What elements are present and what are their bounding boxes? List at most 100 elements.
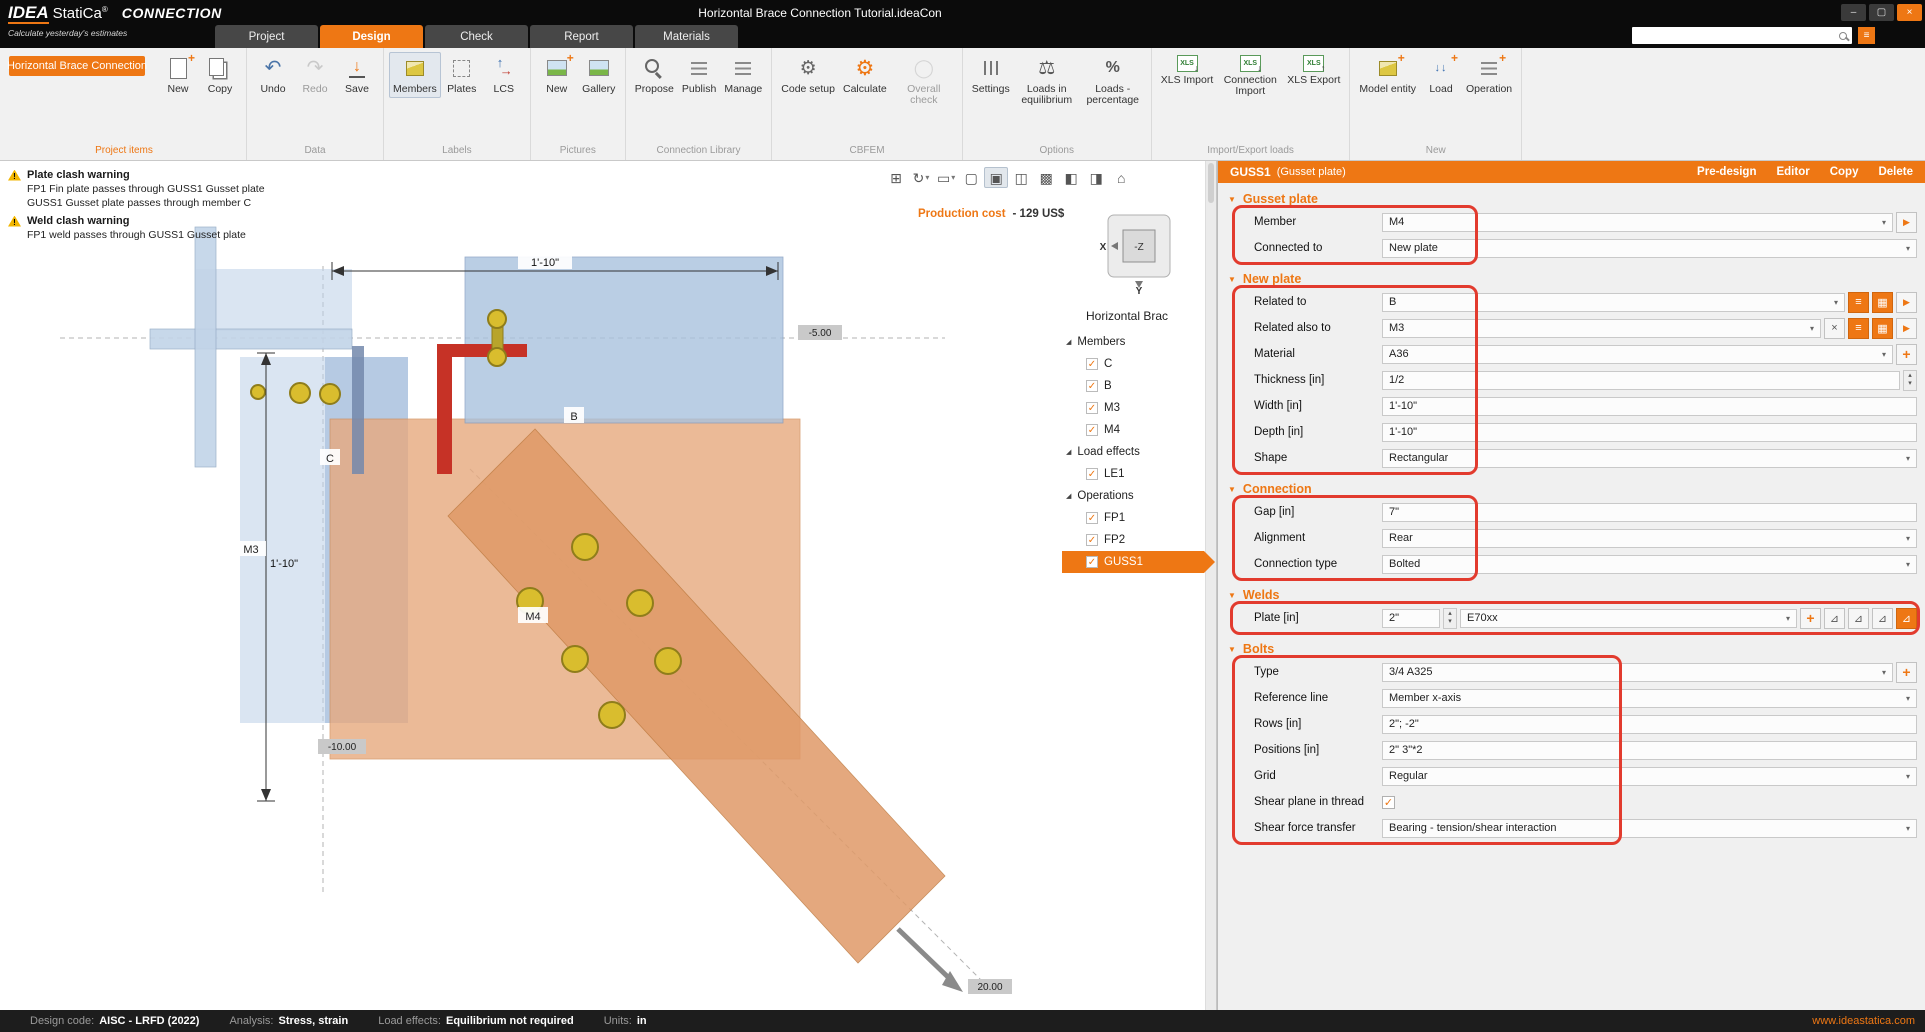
transparent-view-button[interactable]: ▩ xyxy=(1034,167,1058,188)
checkbox-shear-plane-in-thread[interactable]: ✓ xyxy=(1382,796,1395,809)
project-item-selector[interactable]: Horizontal Brace Connection xyxy=(9,56,145,76)
input-depth-in[interactable]: 1'-10" xyxy=(1382,423,1917,442)
explode-view-button[interactable]: ◨ xyxy=(1084,167,1108,188)
combo-related-to[interactable]: B▾ xyxy=(1382,293,1845,312)
rotate-mode-button[interactable]: ↻▾ xyxy=(909,167,933,188)
ribbon-settings-button[interactable]: Settings xyxy=(968,52,1014,98)
tree-item-c[interactable]: ✓C xyxy=(1062,353,1204,375)
plate-list-button-related-to[interactable]: ≡ xyxy=(1848,292,1869,313)
ribbon-plates-button[interactable]: Plates xyxy=(441,52,483,98)
weld-type-button-plate-in[interactable]: ⊿ xyxy=(1872,608,1893,629)
combo-reference-line[interactable]: Member x-axis▾ xyxy=(1382,689,1917,708)
selection-mode-button[interactable]: ▭▾ xyxy=(934,167,958,188)
ribbon-code-setup-button[interactable]: ⚙Code setup xyxy=(777,52,839,98)
hidden-line-view-button[interactable]: ◫ xyxy=(1009,167,1033,188)
tree-item-fp2[interactable]: ✓FP2 xyxy=(1062,529,1204,551)
delete-button[interactable]: Delete xyxy=(1878,166,1913,178)
checkbox-icon[interactable]: ✓ xyxy=(1086,358,1098,370)
combo-shape[interactable]: Rectangular▾ xyxy=(1382,449,1917,468)
input-gap-in[interactable]: 7" xyxy=(1382,503,1917,522)
weld-type-button-plate-in[interactable]: ⊿ xyxy=(1848,608,1869,629)
model-canvas[interactable]: 1'-10" M3 1'-10" B C M4 -5.00 -10.00 xyxy=(0,161,1205,1011)
plate-grid-button-related-to[interactable]: ▦ xyxy=(1872,292,1893,313)
search-input[interactable] xyxy=(1637,30,1839,42)
tab-materials[interactable]: Materials xyxy=(635,25,738,48)
ribbon-undo-button[interactable]: ↶Undo xyxy=(252,52,294,98)
ribbon-xls-import-button[interactable]: XLS↓XLS Import xyxy=(1157,52,1218,89)
combo-connected-to[interactable]: New plate▾ xyxy=(1382,239,1917,258)
pick-in-scene-button-related-also-to[interactable]: ▶ xyxy=(1896,318,1917,339)
input-thickness-in[interactable]: 1/2 xyxy=(1382,371,1900,390)
checkbox-icon[interactable]: ✓ xyxy=(1086,512,1098,524)
viewport-3d[interactable]: 1'-10" M3 1'-10" B C M4 -5.00 -10.00 xyxy=(0,161,1205,1010)
ribbon-gallery-button[interactable]: Gallery xyxy=(578,52,620,98)
home-view-button[interactable]: ⌂ xyxy=(1109,167,1133,188)
section-view-button[interactable]: ◧ xyxy=(1059,167,1083,188)
plate-list-button-related-also-to[interactable]: ≡ xyxy=(1848,318,1869,339)
section-connection[interactable]: ▼Connection xyxy=(1218,479,1925,499)
combo-related-also-to[interactable]: M3▾ xyxy=(1382,319,1821,338)
ribbon-calculate-button[interactable]: ⚙Calculate xyxy=(839,52,891,98)
ribbon-manage-button[interactable]: Manage xyxy=(720,52,766,98)
navigation-cube-canvas[interactable]: -Z X Y xyxy=(1096,211,1180,295)
spinner[interactable]: ▴▾ xyxy=(1443,608,1457,629)
input-plate-in[interactable]: 2" xyxy=(1382,609,1440,628)
input-positions-in[interactable]: 2" 3"*2 xyxy=(1382,741,1917,760)
section-bolts[interactable]: ▼Bolts xyxy=(1218,639,1925,659)
ribbon-save-button[interactable]: ↓Save xyxy=(336,52,378,98)
ribbon-copy-button[interactable]: Copy xyxy=(199,52,241,98)
close-button[interactable]: × xyxy=(1897,4,1922,21)
wireframe-view-button[interactable]: ▢ xyxy=(959,167,983,188)
search-box[interactable] xyxy=(1632,27,1852,44)
ribbon-members-button[interactable]: Members xyxy=(389,52,441,98)
weld-type-button-plate-in[interactable]: ⊿ xyxy=(1824,608,1845,629)
input-width-in[interactable]: 1'-10" xyxy=(1382,397,1917,416)
maximize-button[interactable]: ▢ xyxy=(1869,4,1894,21)
website-link[interactable]: www.ideastatica.com xyxy=(1812,1015,1915,1027)
pick-in-scene-button-related-to[interactable]: ▶ xyxy=(1896,292,1917,313)
ribbon-connection-import-button[interactable]: XLS↓Connection Import xyxy=(1217,52,1283,100)
editor-button[interactable]: Editor xyxy=(1776,166,1809,178)
combo-shear-force-transfer[interactable]: Bearing - tension/shear interaction▾ xyxy=(1382,819,1917,838)
combo-connection-type[interactable]: Bolted▾ xyxy=(1382,555,1917,574)
tab-report[interactable]: Report xyxy=(530,25,633,48)
tab-project[interactable]: Project xyxy=(215,25,318,48)
combo-weld-material[interactable]: E70xx▾ xyxy=(1460,609,1797,628)
remove-icon-related-also-to[interactable]: × xyxy=(1824,318,1845,339)
tree-group-load-effects[interactable]: ◢Load effects xyxy=(1062,441,1204,463)
tree-item-b[interactable]: ✓B xyxy=(1062,375,1204,397)
solid-view-button[interactable]: ▣ xyxy=(984,167,1008,188)
input-rows-in[interactable]: 2"; -2" xyxy=(1382,715,1917,734)
combo-material[interactable]: A36▾ xyxy=(1382,345,1893,364)
combo-member[interactable]: M4▾ xyxy=(1382,213,1893,232)
ribbon-publish-button[interactable]: Publish xyxy=(678,52,720,98)
add-button-material[interactable]: + xyxy=(1896,344,1917,365)
copy-button[interactable]: Copy xyxy=(1830,166,1859,178)
fit-view-button[interactable]: ⊞ xyxy=(884,167,908,188)
section-new-plate[interactable]: ▼New plate xyxy=(1218,269,1925,289)
ribbon-xls-export-button[interactable]: XLS↑XLS Export xyxy=(1283,52,1344,89)
ribbon-loads-percentage-button[interactable]: %Loads - percentage xyxy=(1080,52,1146,109)
weld-type-active-button-plate-in[interactable]: ⊿ xyxy=(1896,608,1917,629)
tree-group-members[interactable]: ◢Members xyxy=(1062,331,1204,353)
add-button-plate-in[interactable]: + xyxy=(1800,608,1821,629)
pre-design-button[interactable]: Pre-design xyxy=(1697,166,1756,178)
ribbon-model-entity-button[interactable]: +Model entity xyxy=(1355,52,1420,98)
combo-type[interactable]: 3/4 A325▾ xyxy=(1382,663,1893,682)
ribbon-loads-in-equilibrium-button[interactable]: ⚖Loads in equilibrium xyxy=(1014,52,1080,109)
tree-item-guss1[interactable]: ✓GUSS1 xyxy=(1062,551,1204,573)
panel-splitter[interactable] xyxy=(1205,161,1217,1010)
minimize-button[interactable]: – xyxy=(1841,4,1866,21)
quick-settings-button[interactable] xyxy=(1858,27,1875,44)
navigation-cube[interactable]: -Z X Y xyxy=(1096,211,1180,295)
tab-check[interactable]: Check xyxy=(425,25,528,48)
tree-group-operations[interactable]: ◢Operations xyxy=(1062,485,1204,507)
checkbox-icon[interactable]: ✓ xyxy=(1086,424,1098,436)
checkbox-icon[interactable]: ✓ xyxy=(1086,556,1098,568)
add-button-type[interactable]: + xyxy=(1896,662,1917,683)
ribbon-lcs-button[interactable]: LCS xyxy=(483,52,525,98)
section-welds[interactable]: ▼Welds xyxy=(1218,585,1925,605)
checkbox-icon[interactable]: ✓ xyxy=(1086,534,1098,546)
section-gusset-plate[interactable]: ▼Gusset plate xyxy=(1218,189,1925,209)
checkbox-icon[interactable]: ✓ xyxy=(1086,380,1098,392)
